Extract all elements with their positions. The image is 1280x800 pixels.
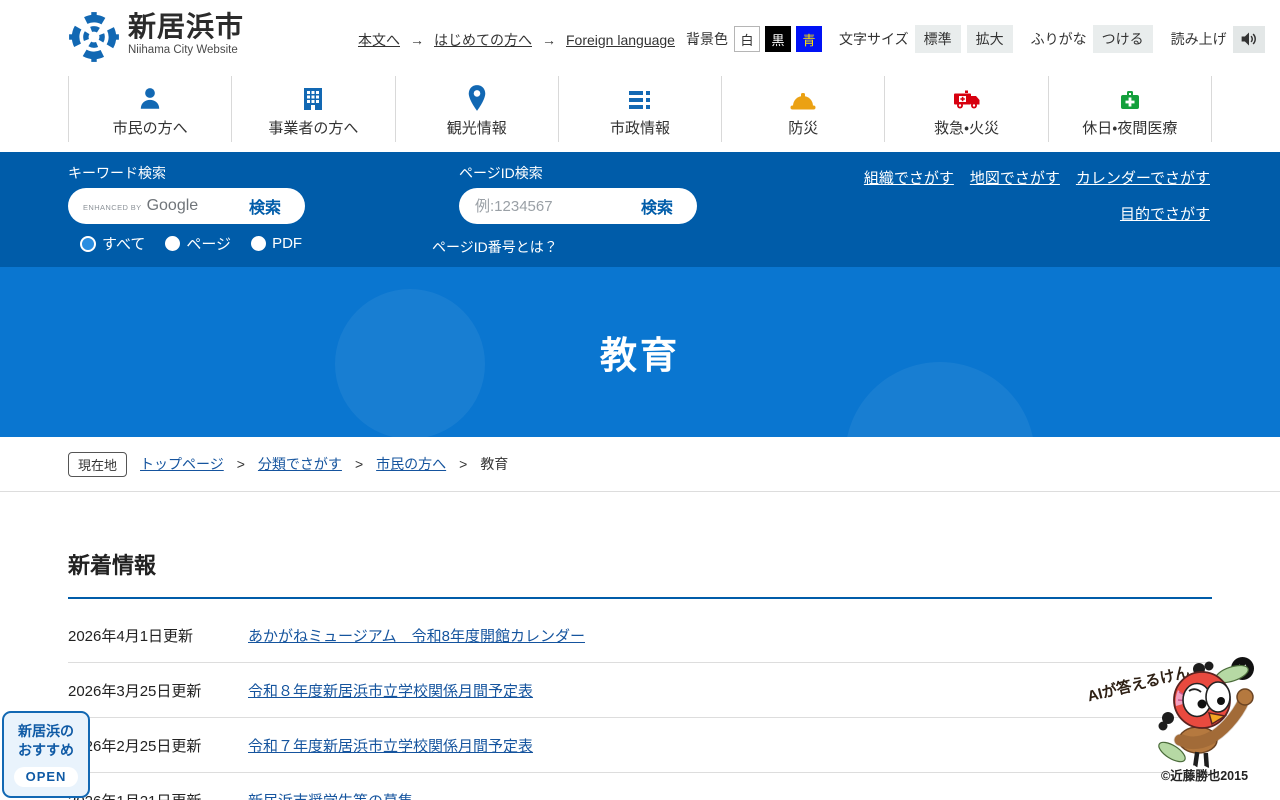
link-search-by-purpose[interactable]: 目的でさがす <box>1120 203 1210 224</box>
skip-link-foreign-language[interactable]: Foreign language <box>566 32 675 48</box>
skip-links: 本文へ → はじめての方へ → Foreign language → <box>358 30 699 50</box>
font-large-button[interactable]: 拡大 <box>966 25 1013 53</box>
news-row: 2026年1月21日更新 新居浜市奨学生等の募集 <box>68 773 1212 800</box>
speaker-icon <box>1241 32 1256 46</box>
site-name: 新居浜市 <box>128 11 245 42</box>
pageid-help-link[interactable]: ページID番号とは？ <box>432 237 558 257</box>
news-heading-rule <box>68 597 1212 599</box>
radio-selected-icon <box>80 235 96 252</box>
nav-item-disaster-prevention[interactable]: 防災 <box>722 76 886 142</box>
news-link[interactable]: 新居浜市奨学生等の募集 <box>248 790 413 800</box>
radio-icon <box>251 236 267 251</box>
site-logo[interactable]: 新居浜市 Niihama City Website <box>68 11 244 63</box>
radio-pdf[interactable]: PDF <box>251 233 302 254</box>
bg-black-button[interactable]: 黒 <box>765 26 791 52</box>
first-aid-kit-icon <box>1118 84 1142 112</box>
news-date: 2026年3月25日更新 <box>68 682 202 700</box>
search-scope-radios: すべて ページ PDF <box>80 233 302 254</box>
news-link[interactable]: 令和８年度新居浜市立学校関係月間予定表 <box>248 680 533 701</box>
arrow-icon: → <box>410 32 424 48</box>
radio-icon <box>165 236 181 251</box>
news-row: 2026年3月25日更新 令和８年度新居浜市立学校関係月間予定表 <box>68 663 1212 718</box>
radio-page[interactable]: ページ <box>165 233 231 254</box>
recommend-line1: 新居浜の <box>18 723 74 739</box>
breadcrumb-current: 教育 <box>480 456 509 472</box>
ai-mascot-copyright: ©近藤勝也2015 <box>1161 769 1249 783</box>
link-search-by-organization[interactable]: 組織でさがす <box>864 167 954 188</box>
hero-banner: 教育 <box>0 267 1280 437</box>
nav-item-citizens[interactable]: 市民の方へ <box>68 76 233 142</box>
nav-item-tourism[interactable]: 観光情報 <box>396 76 559 142</box>
news-heading: 新着情報 <box>68 553 157 578</box>
news-list: 2026年4月1日更新 あかがねミュージアム 令和8年度開館カレンダー 2026… <box>68 608 1212 800</box>
category-nav: 市民の方へ 事業者の方へ 観光情報 市政情報 防災 救急・火災 休日・夜間医療 <box>68 76 1212 142</box>
top-header: 新居浜市 Niihama City Website 本文へ → はじめての方へ … <box>0 0 1280 76</box>
nav-item-business[interactable]: 事業者の方へ <box>232 76 396 142</box>
furigana-button[interactable]: つける <box>1092 25 1153 53</box>
pageid-search-button[interactable]: 検索 <box>617 188 697 224</box>
radio-all[interactable]: すべて <box>80 233 145 254</box>
read-aloud-button[interactable] <box>1232 25 1265 53</box>
city-emblem-icon <box>69 12 119 62</box>
news-row: 2026年2月25日更新 令和７年度新居浜市立学校関係月間予定表 <box>68 718 1212 773</box>
main-content: 新着情報 2026年4月1日更新 あかがねミュージアム 令和8年度開館カレンダー… <box>0 548 1280 800</box>
recommend-widget-button[interactable]: 新居浜の おすすめ OPEN <box>2 711 90 798</box>
nav-item-city-government[interactable]: 市政情報 <box>559 76 723 142</box>
bg-color-label: 背景色 <box>686 31 728 47</box>
skip-link-firsttime[interactable]: はじめての方へ <box>434 30 532 50</box>
furigana-label: ふりがな <box>1030 31 1087 47</box>
map-pin-icon <box>466 84 488 112</box>
arrow-icon: → <box>542 32 556 48</box>
news-date: 2026年4月1日更新 <box>68 627 194 645</box>
nav-item-emergency-fire[interactable]: 救急・火災 <box>885 76 1049 142</box>
breadcrumb: 現在地 トップページ > 分類でさがす > 市民の方へ > 教育 <box>0 437 1280 492</box>
accessibility-controls: 背景色 白 黒 青 文字サイズ 標準 拡大 ふりがな つける 読み上げ <box>686 25 1265 53</box>
site-subtitle: Niihama City Website <box>128 44 238 57</box>
link-search-by-map[interactable]: 地図でさがす <box>970 167 1060 188</box>
ai-mascot-character[interactable] <box>1152 660 1256 772</box>
building-icon <box>301 84 325 112</box>
quick-links-row2: 目的でさがす <box>1120 203 1210 224</box>
list-icon <box>627 84 653 112</box>
news-link[interactable]: 令和７年度新居浜市立学校関係月間予定表 <box>248 735 533 756</box>
keyword-search-label: キーワード検索 <box>68 165 166 181</box>
recommend-line2: おすすめ <box>18 741 74 758</box>
news-link[interactable]: あかがねミュージアム 令和8年度開館カレンダー <box>248 625 585 646</box>
nav-item-holiday-night-medical[interactable]: 休日・夜間医療 <box>1049 76 1212 142</box>
recommend-open-label: OPEN <box>14 766 78 787</box>
news-date: 2026年1月21日更新 <box>68 790 248 800</box>
link-search-by-calendar[interactable]: カレンダーでさがす <box>1076 167 1210 188</box>
breadcrumb-link-category[interactable]: 分類でさがす <box>258 454 342 474</box>
quick-links-row1: 組織でさがす 地図でさがす カレンダーでさがす <box>864 167 1210 188</box>
breadcrumb-link-top[interactable]: トップページ <box>140 454 224 474</box>
breadcrumb-link-citizens[interactable]: 市民の方へ <box>376 454 446 474</box>
hero-decor-circle <box>845 362 1035 437</box>
news-date: 2026年2月25日更新 <box>68 737 202 755</box>
hero-decor-circle <box>335 289 485 437</box>
pageid-search-label: ページID検索 <box>459 165 543 181</box>
keyword-search-button[interactable]: 検索 <box>225 188 305 224</box>
read-aloud-label: 読み上げ <box>1170 31 1227 47</box>
helmet-icon <box>789 84 817 112</box>
person-icon <box>137 84 163 112</box>
font-standard-button[interactable]: 標準 <box>914 25 961 53</box>
page: 新居浜市 Niihama City Website 本文へ → はじめての方へ … <box>0 0 1280 800</box>
bg-white-button[interactable]: 白 <box>734 26 760 52</box>
search-band: キーワード検索 ENHANCED BY Google 検索 すべて ページ PD… <box>0 152 1280 267</box>
current-location-badge: 現在地 <box>68 451 128 477</box>
bg-blue-button[interactable]: 青 <box>796 26 822 52</box>
news-row: 2026年4月1日更新 あかがねミュージアム 令和8年度開館カレンダー <box>68 608 1212 663</box>
font-size-label: 文字サイズ <box>839 31 909 47</box>
skip-link-main[interactable]: 本文へ <box>358 30 400 50</box>
page-title: 教育 <box>600 335 680 376</box>
ambulance-icon <box>952 84 982 112</box>
